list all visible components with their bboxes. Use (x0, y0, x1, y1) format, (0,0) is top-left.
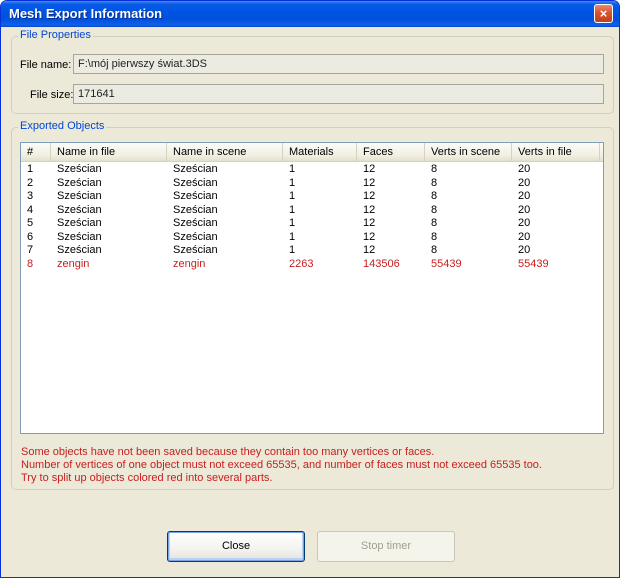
cell-name-in-scene: Sześcian (173, 217, 218, 229)
warning-message-1: Some objects have not been saved because… (21, 446, 435, 458)
cell-verts-in-file: 20 (518, 163, 531, 175)
cell-verts-in-file: 20 (518, 217, 531, 229)
table-row[interactable]: 5 Sześcian Sześcian 1 12 8 20 (21, 217, 603, 231)
cell-number: 7 (27, 244, 34, 256)
stop-timer-button[interactable]: Stop timer (317, 531, 455, 562)
cell-name-in-file: Sześcian (57, 163, 102, 175)
cell-name-in-file: Sześcian (57, 176, 102, 189)
cell-name-in-scene: Sześcian (173, 163, 218, 175)
cell-faces: 12 (363, 217, 376, 229)
table-row[interactable]: 3 Sześcian Sześcian 1 12 8 20 (21, 190, 603, 204)
cell-materials: 1 (289, 203, 296, 216)
table-row[interactable]: 6 Sześcian Sześcian 1 12 8 20 (21, 231, 603, 245)
table-row[interactable]: 1 Sześcian Sześcian 1 12 8 20 (21, 163, 603, 177)
file-properties-title: File Properties (18, 29, 93, 41)
cell-faces: 12 (363, 176, 376, 189)
column-header-name-in-scene[interactable]: Name in scene (167, 143, 283, 161)
cell-verts-in-file: 20 (518, 244, 531, 256)
cell-number: 3 (27, 190, 34, 202)
cell-name-in-file: Sześcian (57, 203, 102, 216)
cell-number: 8 (27, 257, 34, 270)
cell-name-in-file: Sześcian (57, 190, 102, 202)
cell-number: 6 (27, 230, 34, 243)
column-header-verts-in-file[interactable]: Verts in file (512, 143, 600, 161)
cell-verts-in-scene: 55439 (431, 257, 462, 270)
cell-verts-in-scene: 8 (431, 176, 438, 189)
cell-name-in-scene: Sześcian (173, 203, 218, 216)
close-icon: × (599, 6, 608, 21)
cell-verts-in-scene: 8 (431, 190, 438, 202)
cell-name-in-scene: Sześcian (173, 190, 218, 202)
warning-message-3: Try to split up objects colored red into… (21, 472, 273, 484)
cell-number: 4 (27, 203, 34, 216)
mesh-export-dialog: Mesh Export Information × File Propertie… (0, 0, 620, 578)
column-header-number[interactable]: # (21, 143, 51, 161)
cell-name-in-file: Sześcian (57, 230, 102, 243)
cell-verts-in-file: 20 (518, 176, 531, 189)
column-header-faces[interactable]: Faces (357, 143, 425, 161)
cell-faces: 12 (363, 163, 376, 175)
list-body: 1 Sześcian Sześcian 1 12 8 20 2 Sześcian Sześcian… (21, 163, 603, 271)
file-properties-group: File Properties File name: F:\mój pierws… (11, 29, 614, 114)
file-name-label: File name: (20, 59, 72, 71)
cell-materials: 1 (289, 163, 296, 175)
cell-faces: 12 (363, 203, 376, 216)
cell-faces: 12 (363, 230, 376, 243)
table-row[interactable]: 8 zengin zengin 2263 143506 55439 55439 (21, 258, 603, 272)
cell-name-in-scene: Sześcian (173, 230, 218, 243)
close-window-button[interactable]: × (594, 4, 613, 23)
exported-objects-title: Exported Objects (18, 120, 107, 132)
column-header-verts-in-scene[interactable]: Verts in scene (425, 143, 512, 161)
cell-name-in-file: Sześcian (57, 244, 102, 256)
cell-number: 2 (27, 176, 34, 189)
cell-materials: 1 (289, 190, 296, 202)
cell-verts-in-file: 20 (518, 230, 531, 243)
cell-faces: 143506 (363, 257, 400, 270)
cell-verts-in-file: 55439 (518, 257, 549, 270)
cell-verts-in-file: 20 (518, 190, 531, 202)
cell-name-in-file: Sześcian (57, 217, 102, 229)
cell-verts-in-scene: 8 (431, 163, 438, 175)
cell-name-in-scene: zengin (173, 257, 206, 270)
close-button[interactable]: Close (167, 531, 305, 562)
table-row[interactable]: 7 Sześcian Sześcian 1 12 8 20 (21, 244, 603, 258)
cell-verts-in-scene: 8 (431, 244, 438, 256)
cell-name-in-file: zengin (57, 257, 90, 270)
cell-materials: 1 (289, 217, 296, 229)
list-header: # Name in file Name in scene Materials F… (21, 143, 603, 162)
cell-verts-in-scene: 8 (431, 203, 438, 216)
cell-verts-in-file: 20 (518, 203, 531, 216)
column-header-materials[interactable]: Materials (283, 143, 357, 161)
cell-faces: 12 (363, 190, 376, 202)
cell-verts-in-scene: 8 (431, 217, 438, 229)
exported-objects-group: Exported Objects # Name in file Name in … (11, 120, 614, 490)
cell-name-in-scene: Sześcian (173, 176, 218, 189)
cell-verts-in-scene: 8 (431, 230, 438, 243)
cell-number: 1 (27, 163, 34, 175)
dialog-body: File Properties File name: F:\mój pierws… (4, 27, 616, 574)
title-bar[interactable]: Mesh Export Information × (1, 1, 619, 27)
cell-faces: 12 (363, 244, 376, 256)
column-header-name-in-file[interactable]: Name in file (51, 143, 167, 161)
cell-materials: 1 (289, 244, 296, 256)
cell-materials: 1 (289, 176, 296, 189)
file-name-field[interactable]: F:\mój pierwszy świat.3DS (73, 54, 604, 74)
cell-number: 5 (27, 217, 34, 229)
file-size-label: File size: (30, 89, 74, 101)
window-title: Mesh Export Information (9, 6, 163, 21)
objects-list[interactable]: # Name in file Name in scene Materials F… (20, 142, 604, 434)
table-row[interactable]: 2 Sześcian Sześcian 1 12 8 20 (21, 177, 603, 191)
warning-message-2: Number of vertices of one object must no… (21, 459, 542, 471)
file-size-field[interactable]: 171641 (73, 84, 604, 104)
cell-materials: 1 (289, 230, 296, 243)
cell-materials: 2263 (289, 257, 314, 270)
table-row[interactable]: 4 Sześcian Sześcian 1 12 8 20 (21, 204, 603, 218)
cell-name-in-scene: Sześcian (173, 244, 218, 256)
